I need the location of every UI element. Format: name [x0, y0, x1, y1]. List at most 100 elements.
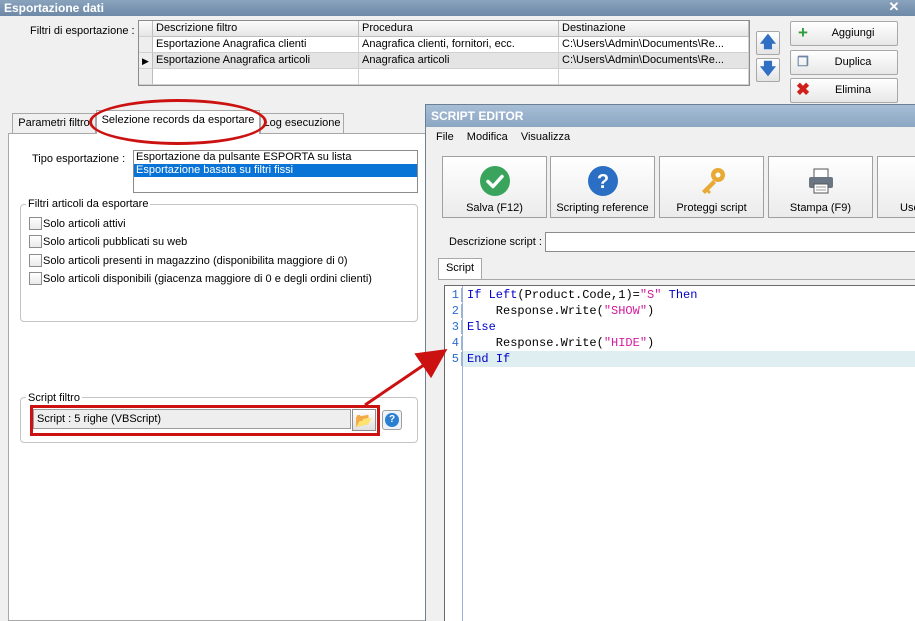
filters-grid[interactable]: Descrizione filtro Procedura Destinazion… [138, 20, 750, 86]
menu-file[interactable]: File [436, 131, 454, 143]
delete-button-label: Elimina [834, 84, 872, 96]
tab-script[interactable]: Script [438, 258, 482, 279]
code-keyword: End [467, 352, 496, 366]
check-icon [480, 166, 510, 196]
script-editor-title: SCRIPT EDITOR [426, 105, 915, 127]
checkbox-label: Solo articoli pubblicati su web [43, 236, 188, 248]
protect-script-label: Proteggi script [676, 202, 747, 214]
code-text: ) [647, 304, 655, 318]
code-function: Left [488, 288, 518, 302]
line-number: 4 [445, 336, 462, 350]
line-number: 1 [445, 288, 462, 302]
move-down-button[interactable]: 🡇 [756, 58, 780, 82]
grid-header-destinazione[interactable]: Destinazione [559, 21, 749, 37]
scripting-reference-label: Scripting reference [556, 202, 649, 214]
line-number: 3 [445, 320, 462, 334]
tab-parametri-filtro[interactable]: Parametri filtro [12, 113, 96, 133]
table-cell[interactable] [153, 69, 359, 85]
question-icon: ? [588, 166, 618, 196]
delete-button[interactable]: ✖ Elimina [790, 78, 898, 103]
table-cell[interactable] [559, 69, 749, 85]
delete-x-icon: ✖ [795, 80, 811, 99]
table-cell[interactable]: Anagrafica articoli [359, 53, 559, 69]
checkbox-label: Solo articoli presenti in magazzino (dis… [43, 255, 348, 267]
checkbox[interactable] [29, 254, 42, 267]
menu-visualizza[interactable]: Visualizza [521, 131, 570, 143]
grid-corner [139, 21, 153, 37]
help-button[interactable]: ? [382, 410, 402, 430]
print-button[interactable]: Stampa (F9) [768, 156, 873, 218]
arrow-up-icon: 🡅 [759, 34, 777, 51]
help-icon: ? [385, 413, 399, 427]
move-up-button[interactable]: 🡅 [756, 31, 780, 55]
menu-modifica[interactable]: Modifica [467, 131, 508, 143]
duplicate-button-label: Duplica [834, 56, 872, 68]
tipo-esportazione-list[interactable]: Esportazione da pulsante ESPORTA su list… [133, 150, 418, 193]
checkbox[interactable] [29, 217, 42, 230]
current-line-highlight [463, 351, 915, 367]
exit-button[interactable]: Usc [877, 156, 915, 218]
code-string: "HIDE" [603, 336, 648, 350]
script-editor-menubar: File Modifica Visualizza [426, 127, 915, 147]
checkbox-label: Solo articoli disponibili (giacenza magg… [43, 273, 372, 285]
code-line: Else [467, 320, 496, 334]
list-item[interactable]: Esportazione da pulsante ESPORTA su list… [134, 151, 417, 164]
code-line: Response.Write("HIDE") [467, 336, 654, 350]
plus-icon: + [798, 23, 808, 42]
grid-header-procedura[interactable]: Procedura [359, 21, 559, 37]
code-text: ) [647, 336, 655, 350]
code-keyword: If [495, 352, 511, 366]
checkbox[interactable] [29, 235, 42, 248]
add-button-label: Aggiungi [831, 27, 875, 39]
grid-header-descrizione[interactable]: Descrizione filtro [153, 21, 359, 37]
code-editor[interactable]: 1 2 3 4 5 If Left(Product.Code,1)="S" Th… [444, 285, 915, 621]
checkbox[interactable] [29, 272, 42, 285]
code-keyword: Then [668, 288, 698, 302]
code-string: "S" [639, 288, 662, 302]
duplicate-button[interactable]: ❐ Duplica [790, 50, 898, 75]
window-title: Esportazione dati [0, 0, 915, 16]
save-button[interactable]: Salva (F12) [442, 156, 547, 218]
code-line: End If [467, 352, 510, 366]
row-header[interactable] [139, 37, 153, 53]
print-button-label: Stampa (F9) [789, 202, 852, 214]
list-item-selected[interactable]: Esportazione basata su filtri fissi [134, 164, 417, 177]
table-cell[interactable] [359, 69, 559, 85]
tab-selezione-records[interactable]: Selezione records da esportare [96, 110, 260, 134]
description-input[interactable] [545, 232, 915, 252]
save-button-label: Salva (F12) [466, 202, 523, 214]
current-row-arrow-icon[interactable]: ▶ [139, 53, 153, 69]
table-cell[interactable]: Esportazione Anagrafica clienti [153, 37, 359, 53]
exit-button-label: Usc [900, 202, 915, 214]
tipo-esportazione-label: Tipo esportazione : [32, 153, 126, 165]
row-header[interactable] [139, 69, 153, 85]
filters-label: Filtri di esportazione : [30, 25, 135, 37]
key-icon [702, 168, 725, 194]
table-cell[interactable]: C:\Users\Admin\Documents\Re... [559, 53, 749, 69]
table-cell[interactable]: C:\Users\Admin\Documents\Re... [559, 37, 749, 53]
code-line: If Left(Product.Code,1)="S" Then [467, 288, 697, 302]
tab-log-esecuzione[interactable]: Log esecuzione [260, 113, 344, 133]
code-line: Response.Write("SHOW") [467, 304, 654, 318]
description-label: Descrizione script : [449, 236, 542, 248]
tab-strip: Parametri filtro Selezione records da es… [8, 110, 428, 134]
svg-text:?: ? [597, 171, 609, 193]
arrow-down-icon: 🡇 [759, 61, 777, 78]
close-icon[interactable]: ✕ [887, 0, 901, 14]
scripting-reference-button[interactable]: ? Scripting reference [550, 156, 655, 218]
table-cell[interactable]: Esportazione Anagrafica articoli [153, 53, 359, 69]
code-text: Response.Write( [467, 336, 604, 350]
code-keyword: If [467, 288, 482, 302]
table-cell[interactable]: Anagrafica clienti, fornitori, ecc. [359, 37, 559, 53]
code-text: (Product.Code,1)= [517, 288, 640, 302]
code-keyword: Else [467, 320, 496, 334]
tab-divider [438, 279, 915, 280]
line-number: 2 [445, 304, 462, 318]
checkbox-label: Solo articoli attivi [43, 218, 126, 230]
annotation-highlight-box [30, 405, 380, 436]
add-button[interactable]: + Aggiungi [790, 21, 898, 46]
filtri-articoli-title: Filtri articoli da esportare [26, 198, 151, 210]
protect-script-button[interactable]: Proteggi script [659, 156, 764, 218]
script-filtro-title: Script filtro [26, 392, 82, 404]
code-text: Response.Write( [467, 304, 604, 318]
